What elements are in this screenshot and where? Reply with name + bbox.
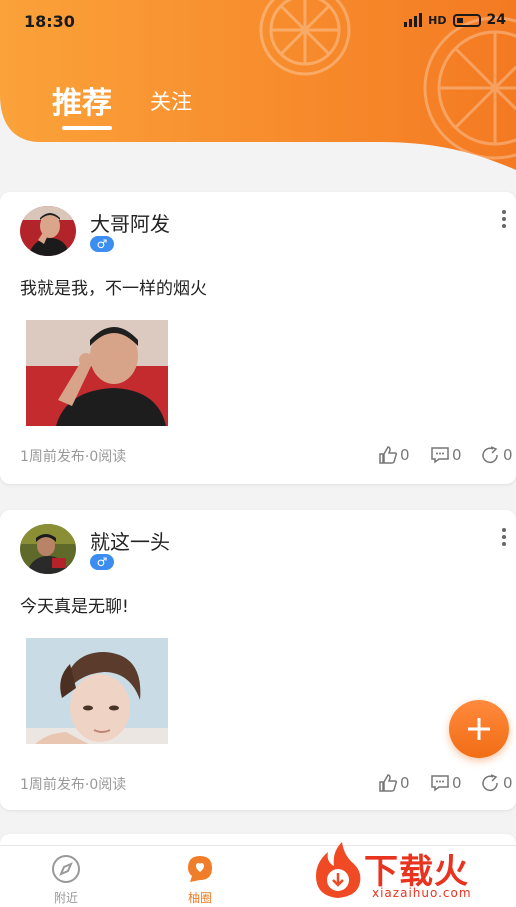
post-text: 今天真是无聊! xyxy=(20,597,129,617)
watermark-domain: xiazaihuo.com xyxy=(372,886,472,900)
share-icon xyxy=(482,446,498,464)
like-button[interactable]: 0 xyxy=(378,774,410,792)
nav-label: 附近 xyxy=(53,891,78,905)
post-photo[interactable] xyxy=(26,638,168,744)
post-text: 我就是我，不一样的烟火 xyxy=(20,279,207,299)
network-label: HD xyxy=(428,13,447,27)
compass-icon xyxy=(52,855,80,883)
create-post-button[interactable] xyxy=(449,700,509,758)
battery-level: 24 xyxy=(486,12,506,28)
comment-button[interactable]: 0 xyxy=(430,774,462,792)
like-button[interactable]: 0 xyxy=(378,446,410,464)
more-options-icon[interactable] xyxy=(500,528,508,546)
more-options-icon[interactable] xyxy=(500,210,508,228)
comment-icon xyxy=(431,775,449,792)
share-count: 0 xyxy=(503,446,513,464)
app-screen: 18:30 HD 24 推荐 关注 大哥阿发 ♂ 我就是我，不一样的烟火 1周前… xyxy=(0,0,516,907)
nav-item-nearby[interactable]: 附近 xyxy=(36,854,96,906)
signal-icon xyxy=(404,13,423,27)
gender-male-icon: ♂ xyxy=(90,554,114,570)
username[interactable]: 大哥阿发 xyxy=(90,208,170,237)
status-icons: HD 24 xyxy=(404,12,506,28)
watermark-logo: 下载火 xiazaihuo.com xyxy=(306,838,516,904)
thumbs-up-icon xyxy=(379,446,398,464)
tab-following[interactable]: 关注 xyxy=(150,86,192,116)
tab-recommended[interactable]: 推荐 xyxy=(52,78,112,122)
share-button[interactable]: 0 xyxy=(481,446,513,464)
comment-count: 0 xyxy=(452,774,462,792)
flame-logo-icon xyxy=(316,842,361,898)
avatar[interactable] xyxy=(20,524,76,574)
share-button[interactable]: 0 xyxy=(481,774,513,792)
active-tab-indicator xyxy=(62,126,112,130)
comment-button[interactable]: 0 xyxy=(430,446,462,464)
like-count: 0 xyxy=(400,446,410,464)
post-meta: 1周前发布·0阅读 xyxy=(20,449,127,465)
share-count: 0 xyxy=(503,774,513,792)
username[interactable]: 就这一头 xyxy=(90,526,170,555)
share-icon xyxy=(482,774,498,792)
avatar[interactable] xyxy=(20,206,76,256)
status-time: 18:30 xyxy=(24,12,75,31)
nav-label: 柚圈 xyxy=(187,891,212,905)
like-count: 0 xyxy=(400,774,410,792)
post-photo[interactable] xyxy=(26,320,168,426)
gender-male-icon: ♂ xyxy=(90,236,114,252)
comment-icon xyxy=(431,447,449,464)
thumbs-up-icon xyxy=(379,774,398,792)
post-meta: 1周前发布·0阅读 xyxy=(20,777,127,793)
chat-bubble-icon xyxy=(188,856,212,882)
header: 18:30 HD 24 推荐 关注 xyxy=(0,0,516,170)
nav-item-circle[interactable]: 柚圈 xyxy=(170,854,230,906)
battery-icon xyxy=(452,13,481,27)
post-card[interactable]: 就这一头 ♂ 今天真是无聊! 1周前发布·0阅读 0 0 0 xyxy=(0,510,516,810)
comment-count: 0 xyxy=(452,446,462,464)
post-card[interactable]: 大哥阿发 ♂ 我就是我，不一样的烟火 1周前发布·0阅读 0 0 0 xyxy=(0,192,516,484)
